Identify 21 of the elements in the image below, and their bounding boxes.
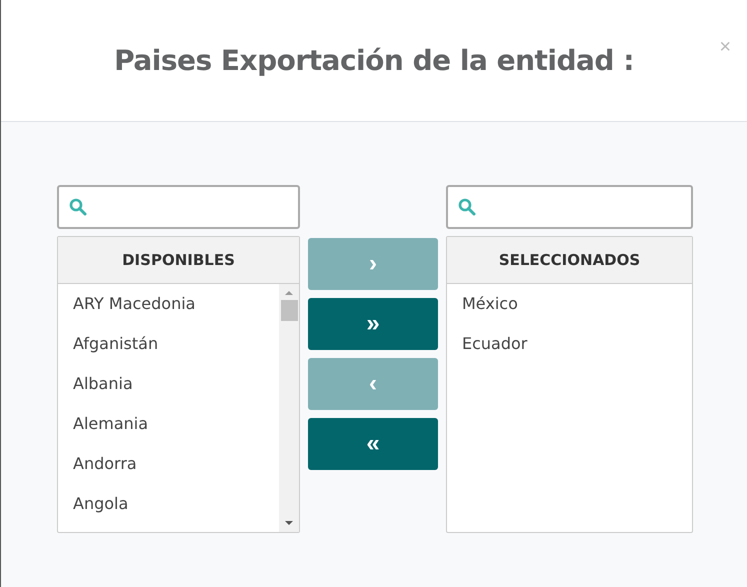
list-item[interactable]: Alemania <box>58 409 279 449</box>
list-item[interactable]: Ecuador <box>447 329 692 369</box>
list-item[interactable]: Angola <box>58 489 279 529</box>
scrollbar[interactable] <box>279 284 299 532</box>
search-icon <box>458 198 476 216</box>
list-item[interactable]: Afganistán <box>58 329 279 369</box>
scroll-up-icon[interactable] <box>284 288 294 298</box>
move-button[interactable]: » <box>308 298 438 350</box>
list-heading: SELECCIONADOS <box>447 237 692 284</box>
list-item[interactable]: Andorra <box>58 449 279 489</box>
list-item[interactable]: Albania <box>58 369 279 409</box>
dialog-title: Paises Exportación de la entidad : <box>114 44 634 77</box>
scroll-thumb[interactable] <box>280 300 298 321</box>
search-field[interactable] <box>57 185 300 229</box>
search-field[interactable] <box>446 185 693 229</box>
scroll-down-icon[interactable] <box>284 518 294 528</box>
list-item[interactable]: ARY Macedonia <box>58 289 279 329</box>
list-item[interactable]: México <box>447 289 692 329</box>
list-heading: DISPONIBLES <box>58 237 299 284</box>
search-icon <box>69 198 87 216</box>
move-button[interactable]: « <box>308 418 438 470</box>
